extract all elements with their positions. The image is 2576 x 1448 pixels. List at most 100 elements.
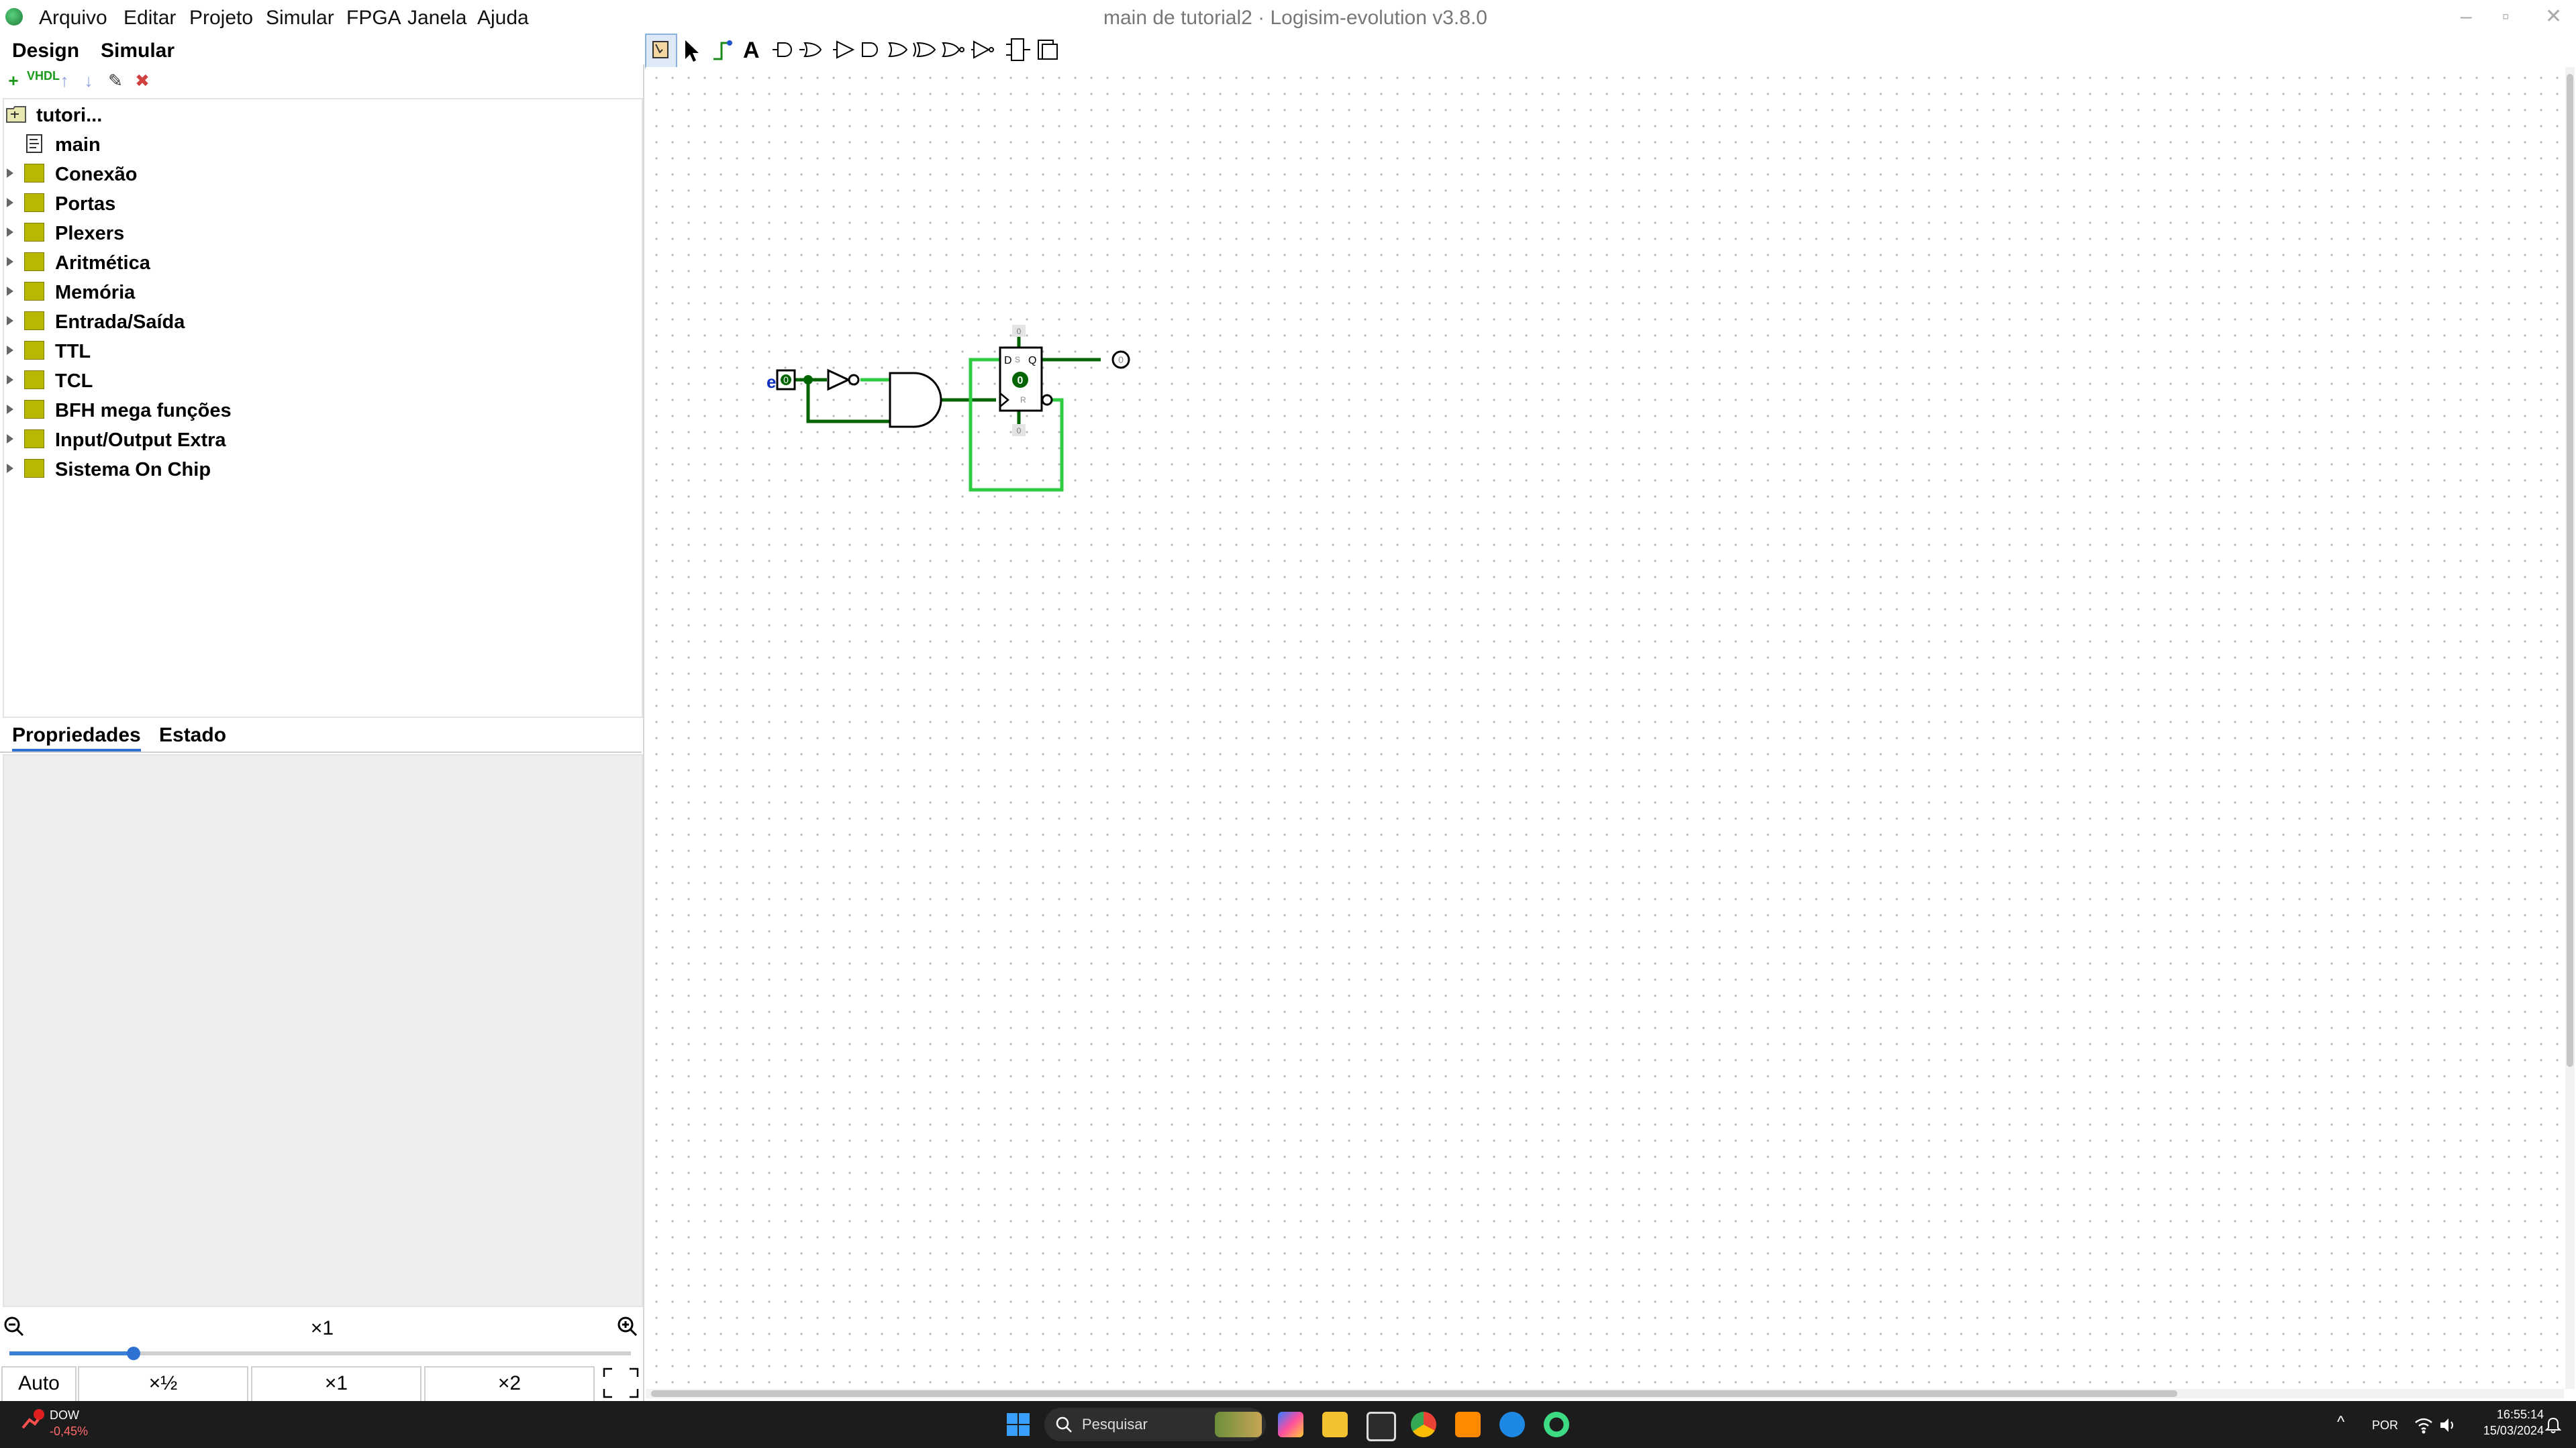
menu-editar[interactable]: Editar — [123, 5, 176, 31]
folder-icon — [24, 164, 44, 183]
menu-projeto[interactable]: Projeto — [189, 5, 253, 31]
zoom-two-button[interactable]: ×2 — [424, 1366, 595, 1402]
expand-arrow-icon[interactable] — [7, 346, 13, 356]
tree-library-ttl[interactable]: TTL — [7, 337, 91, 366]
restore-button[interactable]: ▫ — [2502, 4, 2510, 30]
library-tool-icon[interactable] — [1033, 34, 1062, 66]
or-gate-tool-icon[interactable] — [797, 34, 826, 66]
ff-q-label: Q — [1028, 355, 1036, 366]
tree-library-memoria[interactable]: Memória — [7, 278, 135, 307]
wifi-icon[interactable] — [2414, 1416, 2434, 1435]
nor-tool-icon[interactable] — [884, 34, 913, 66]
copilot-icon[interactable] — [1278, 1412, 1303, 1437]
and-gate[interactable] — [889, 372, 942, 428]
close-button[interactable]: ✕ — [2545, 4, 2562, 30]
expand-arrow-icon[interactable] — [7, 434, 13, 444]
circuit-canvas[interactable] — [646, 67, 2564, 1389]
tree-circuit-label: main — [55, 134, 101, 156]
tree-library-conexao[interactable]: Conexão — [7, 160, 137, 189]
expand-arrow-icon[interactable] — [7, 168, 13, 178]
windows-start-icon[interactable] — [1005, 1412, 1031, 1437]
input-language[interactable]: POR — [2372, 1416, 2398, 1435]
select-tool-icon[interactable] — [677, 34, 707, 66]
buffer-tool-icon[interactable] — [830, 34, 860, 66]
tab-simular[interactable]: Simular — [101, 38, 175, 64]
logisim-taskbar-icon[interactable] — [1544, 1412, 1569, 1437]
clock-time[interactable]: 16:55:14 — [2470, 1406, 2544, 1423]
tree-circuit-main[interactable]: main — [24, 130, 101, 160]
wire-branch-to-and[interactable] — [806, 380, 891, 423]
fit-screen-icon[interactable] — [601, 1366, 640, 1400]
not-gate[interactable] — [827, 368, 860, 391]
tree-library-io-extra[interactable]: Input/Output Extra — [7, 425, 226, 455]
tab-design[interactable]: Design — [12, 38, 80, 67]
expand-arrow-icon[interactable] — [7, 287, 13, 297]
project-folder-icon — [6, 106, 26, 123]
remove-circuit-icon[interactable]: ✖ — [130, 67, 154, 94]
volume-icon[interactable] — [2438, 1416, 2458, 1435]
chrome-icon[interactable] — [1411, 1412, 1436, 1437]
expand-arrow-icon[interactable] — [7, 198, 13, 208]
tree-project[interactable]: tutori... — [5, 101, 102, 130]
clock-date[interactable]: 15/03/2024 — [2463, 1423, 2544, 1439]
input-pin[interactable]: 0 — [776, 369, 796, 391]
and-gate-tool-icon[interactable] — [770, 34, 799, 66]
ff-s-label: S — [1015, 355, 1020, 364]
zoom-out-icon[interactable] — [3, 1315, 26, 1338]
store-icon[interactable] — [1367, 1412, 1396, 1441]
nand-tool-icon[interactable] — [857, 34, 887, 66]
tab-estado[interactable]: Estado — [159, 722, 226, 749]
tree-library-bfh[interactable]: BFH mega funções — [7, 396, 232, 425]
not-gate-tool-icon[interactable] — [969, 34, 998, 66]
menu-ajuda[interactable]: Ajuda — [477, 5, 529, 31]
menu-arquivo[interactable]: Arquivo — [39, 5, 107, 31]
xnor-tool-icon[interactable] — [938, 34, 967, 66]
horizontal-scrollbar-thumb[interactable] — [651, 1390, 2177, 1397]
menu-simular[interactable]: Simular — [266, 5, 334, 31]
notification-bell-icon[interactable] — [2544, 1416, 2563, 1435]
menu-fpga[interactable]: FPGA — [346, 5, 401, 31]
poke-tool-icon[interactable] — [645, 34, 677, 68]
tree-library-entrada-saida[interactable]: Entrada/Saída — [7, 307, 185, 337]
tray-chevron-icon[interactable]: ^ — [2337, 1413, 2344, 1432]
tree-library-soc[interactable]: Sistema On Chip — [7, 455, 211, 484]
menu-janela[interactable]: Janela — [407, 5, 466, 31]
tree-library-tcl[interactable]: TCL — [7, 366, 93, 396]
app-blue-icon[interactable] — [1499, 1412, 1525, 1437]
expand-arrow-icon[interactable] — [7, 227, 13, 238]
move-down-icon[interactable]: ↓ — [77, 67, 101, 94]
file-explorer-icon[interactable] — [1322, 1412, 1348, 1437]
ff-state-value: 0 — [1018, 375, 1024, 386]
edit-appearance-icon[interactable]: ✎ — [103, 67, 128, 94]
add-circuit-icon[interactable]: + — [1, 67, 26, 94]
vertical-scrollbar-thumb[interactable] — [2567, 74, 2573, 1067]
zoom-one-button[interactable]: ×1 — [251, 1366, 422, 1402]
stock-widget-icon[interactable] — [20, 1408, 47, 1435]
ff-r-label: R — [1020, 395, 1026, 405]
minimize-button[interactable]: – — [2461, 4, 2472, 30]
logisim-logo-icon — [5, 8, 23, 25]
d-flip-flop[interactable]: D S Q R 0 0 0 — [999, 325, 1053, 436]
wire-tool-icon[interactable] — [707, 34, 736, 66]
zoom-half-button[interactable]: ×½ — [78, 1366, 248, 1402]
expand-arrow-icon[interactable] — [7, 375, 13, 385]
tree-library-aritmetica[interactable]: Aritmética — [7, 248, 150, 278]
tree-library-portas[interactable]: Portas — [7, 189, 115, 219]
folder-icon — [24, 311, 44, 331]
tab-propriedades[interactable]: Propriedades — [12, 722, 141, 752]
app-orange-icon[interactable] — [1455, 1412, 1481, 1437]
xor-tool-icon[interactable] — [911, 34, 940, 66]
move-up-icon[interactable]: ↑ — [52, 67, 77, 94]
expand-arrow-icon[interactable] — [7, 405, 13, 415]
expand-arrow-icon[interactable] — [7, 257, 13, 267]
tree-library-plexers[interactable]: Plexers — [7, 219, 124, 248]
zoom-auto-button[interactable]: Auto — [1, 1366, 77, 1402]
zoom-in-icon[interactable] — [616, 1315, 639, 1338]
vhdl-icon[interactable]: VHDL — [27, 70, 60, 97]
expand-arrow-icon[interactable] — [7, 316, 13, 326]
output-pin[interactable]: 0 — [1111, 350, 1130, 369]
library-label: Memória — [55, 282, 136, 303]
subcircuit-tool-icon[interactable] — [1003, 34, 1033, 66]
expand-arrow-icon[interactable] — [7, 464, 13, 474]
text-tool-icon[interactable]: A — [736, 34, 766, 66]
